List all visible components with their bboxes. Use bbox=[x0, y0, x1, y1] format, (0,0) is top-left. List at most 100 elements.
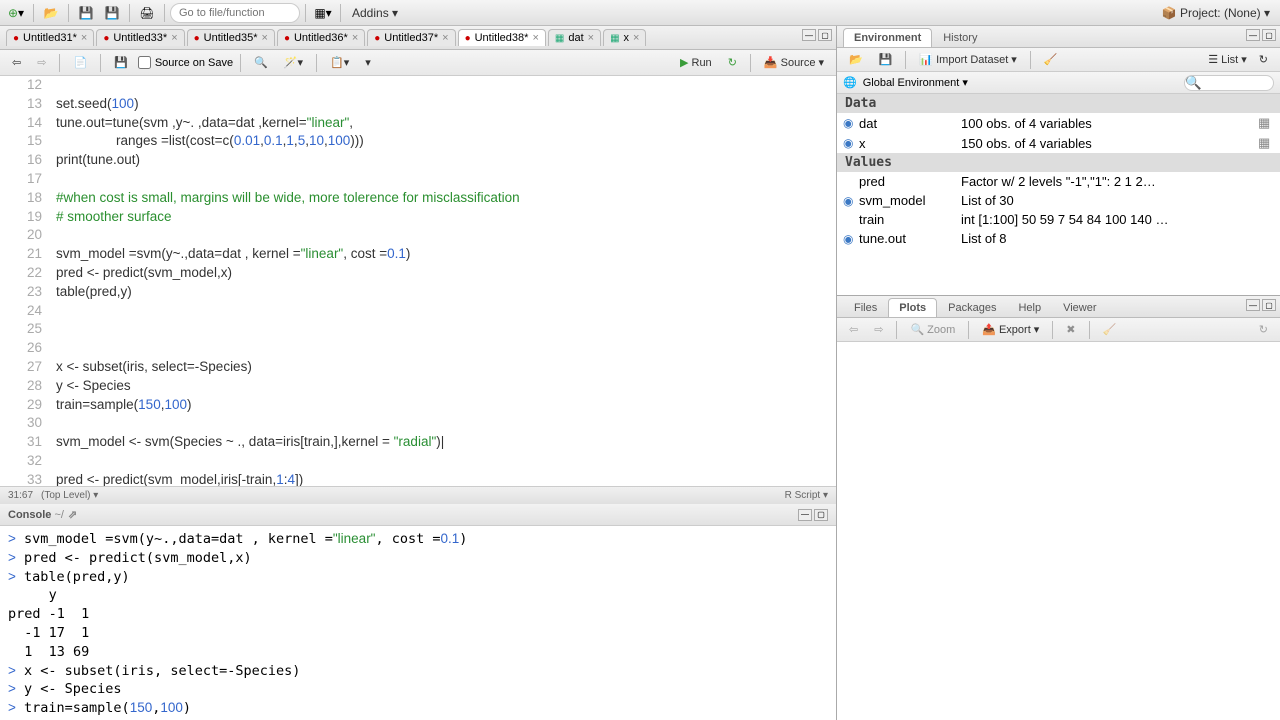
cursor-position: 31:67 bbox=[8, 490, 33, 501]
main-toolbar: ⊕▾ 📂 💾 💾 🖨 ▦▾ Addins ▾ 📦 Project: (None)… bbox=[0, 0, 1280, 26]
report-button[interactable]: 📋▾ bbox=[324, 54, 355, 71]
expand-icon[interactable]: ◉ bbox=[843, 136, 859, 150]
console[interactable]: > svm_model =svm(y~.,data=dat , kernel =… bbox=[0, 526, 836, 720]
env-min-button[interactable]: — bbox=[1246, 29, 1260, 41]
file-tab[interactable]: ●Untitled31*× bbox=[6, 29, 94, 46]
find-button[interactable]: 🔍 bbox=[248, 54, 274, 71]
grid-icon[interactable]: ▦ bbox=[1258, 135, 1274, 151]
expand-icon[interactable]: ◉ bbox=[843, 194, 859, 208]
close-icon[interactable]: × bbox=[532, 32, 538, 44]
run-button[interactable]: ▶ Run bbox=[674, 54, 718, 71]
close-icon[interactable]: × bbox=[442, 32, 448, 44]
file-tab[interactable]: ●Untitled33*× bbox=[96, 29, 184, 46]
export-button[interactable]: 📤 Export ▾ bbox=[976, 321, 1045, 338]
lang-label[interactable]: R Script ▾ bbox=[785, 490, 828, 501]
tab-label: Untitled33* bbox=[113, 32, 167, 44]
view-mode-button[interactable]: ☰ List ▾ bbox=[1202, 51, 1253, 68]
tab-label: Untitled37* bbox=[384, 32, 438, 44]
tab-environment[interactable]: Environment bbox=[843, 28, 932, 47]
env-row[interactable]: ◉dat100 obs. of 4 variables▦ bbox=[837, 113, 1280, 133]
file-tab[interactable]: ▦dat× bbox=[548, 29, 601, 46]
scope-label[interactable]: (Top Level) ▾ bbox=[41, 490, 98, 501]
env-section-header: Data bbox=[837, 94, 1280, 113]
console-min-button[interactable]: — bbox=[798, 509, 812, 521]
expand-icon[interactable]: ◉ bbox=[843, 232, 859, 246]
table-icon: ▦ bbox=[610, 33, 619, 44]
refresh-plots-button[interactable]: ↻ bbox=[1253, 321, 1274, 338]
save-workspace-button[interactable]: 💾 bbox=[873, 51, 899, 68]
env-row[interactable]: ◉svm_modelList of 30 bbox=[837, 191, 1280, 210]
save-all-button[interactable]: 💾 bbox=[100, 3, 124, 23]
file-tab[interactable]: ●Untitled38*× bbox=[458, 29, 546, 46]
expand-icon[interactable]: ◉ bbox=[843, 116, 859, 130]
minimize-pane-button[interactable]: — bbox=[802, 29, 816, 41]
close-icon[interactable]: × bbox=[171, 32, 177, 44]
plots-max-button[interactable]: ▢ bbox=[1262, 299, 1276, 311]
save-button[interactable]: 💾 bbox=[74, 3, 98, 23]
env-var-value: int [1:100] 50 59 7 54 84 100 140 … bbox=[961, 212, 1258, 227]
back-button[interactable]: ⇦ bbox=[6, 54, 27, 71]
source-on-save-checkbox[interactable]: Source on Save bbox=[138, 56, 233, 69]
env-row[interactable]: ◉x150 obs. of 4 variables▦ bbox=[837, 133, 1280, 153]
clear-workspace-button[interactable]: 🧹 bbox=[1038, 51, 1064, 68]
open-file-button[interactable]: 📂 bbox=[39, 3, 63, 23]
plot-prev-button[interactable]: ⇦ bbox=[843, 321, 864, 338]
close-icon[interactable]: × bbox=[262, 32, 268, 44]
file-tab[interactable]: ▦ x× bbox=[603, 29, 646, 46]
plot-next-button[interactable]: ⇨ bbox=[868, 321, 889, 338]
code-editor[interactable]: 12 13 14 15 16 17 18 19 20 21 22 23 24 2… bbox=[0, 76, 836, 486]
scope-select[interactable]: Global Environment ▾ bbox=[863, 76, 968, 89]
env-var-value: 100 obs. of 4 variables bbox=[961, 116, 1258, 131]
import-dataset-button[interactable]: 📊 Import Dataset ▾ bbox=[913, 51, 1022, 68]
tab-plots[interactable]: Plots bbox=[888, 298, 937, 317]
file-tab[interactable]: ● Untitled37* × bbox=[367, 29, 455, 46]
env-row[interactable]: trainint [1:100] 50 59 7 54 84 100 140 … bbox=[837, 210, 1280, 229]
show-in-pane-button[interactable]: 📄 bbox=[67, 54, 93, 71]
clear-plots-button[interactable]: 🧹 bbox=[1097, 321, 1123, 338]
editor-toolbar: ⇦ ⇨ 📄 💾 Source on Save 🔍 🪄▾ 📋▾ ▾ ▶ Run ↻ bbox=[0, 50, 836, 76]
env-max-button[interactable]: ▢ bbox=[1262, 29, 1276, 41]
maximize-pane-button[interactable]: ▢ bbox=[818, 29, 832, 41]
close-icon[interactable]: × bbox=[352, 32, 358, 44]
rerun-button[interactable]: ↻ bbox=[722, 54, 743, 71]
env-row[interactable]: predFactor w/ 2 levels "-1","1": 2 1 2… bbox=[837, 172, 1280, 191]
env-var-name: x bbox=[859, 136, 961, 151]
refresh-env-button[interactable]: ↻ bbox=[1253, 51, 1274, 68]
save-doc-button[interactable]: 💾 bbox=[108, 54, 134, 71]
plot-area bbox=[837, 342, 1280, 720]
zoom-button[interactable]: 🔍 Zoom bbox=[904, 321, 961, 338]
wand-button[interactable]: 🪄▾ bbox=[278, 54, 309, 71]
console-max-button[interactable]: ▢ bbox=[814, 509, 828, 521]
rscript-icon: ● bbox=[194, 33, 200, 44]
close-icon[interactable]: × bbox=[633, 32, 639, 44]
tools-button[interactable]: ▦▾ bbox=[311, 3, 335, 23]
env-search-input[interactable] bbox=[1184, 75, 1274, 91]
plots-min-button[interactable]: — bbox=[1246, 299, 1260, 311]
addins-menu[interactable]: Addins ▾ bbox=[346, 6, 404, 20]
tab-label: Untitled36* bbox=[294, 32, 348, 44]
goto-input[interactable] bbox=[170, 3, 300, 23]
file-tab[interactable]: ●Untitled36*× bbox=[277, 29, 365, 46]
close-icon[interactable]: × bbox=[588, 32, 594, 44]
print-button[interactable]: 🖨 bbox=[135, 3, 159, 23]
tab-viewer[interactable]: Viewer bbox=[1052, 298, 1107, 317]
tab-history[interactable]: History bbox=[932, 28, 988, 47]
new-file-button[interactable]: ⊕▾ bbox=[4, 3, 28, 23]
tab-files[interactable]: Files bbox=[843, 298, 888, 317]
project-menu[interactable]: 📦 Project: (None) ▾ bbox=[1156, 6, 1276, 20]
remove-plot-button[interactable]: ✖ bbox=[1060, 321, 1081, 338]
file-tab[interactable]: ● Untitled35* × bbox=[187, 29, 275, 46]
tab-label: x bbox=[624, 32, 630, 44]
grid-icon[interactable]: ▦ bbox=[1258, 115, 1274, 131]
env-var-name: svm_model bbox=[859, 193, 961, 208]
tab-label: Untitled35* bbox=[204, 32, 258, 44]
env-row[interactable]: ◉tune.outList of 8 bbox=[837, 229, 1280, 248]
forward-button[interactable]: ⇨ bbox=[31, 54, 52, 71]
tab-help[interactable]: Help bbox=[1007, 298, 1052, 317]
more-button[interactable]: ▾ bbox=[359, 54, 377, 71]
close-icon[interactable]: × bbox=[81, 32, 87, 44]
source-button[interactable]: 📥 Source ▾ bbox=[758, 54, 830, 71]
load-workspace-button[interactable]: 📂 bbox=[843, 51, 869, 68]
rscript-icon: ● bbox=[374, 33, 380, 44]
tab-packages[interactable]: Packages bbox=[937, 298, 1007, 317]
